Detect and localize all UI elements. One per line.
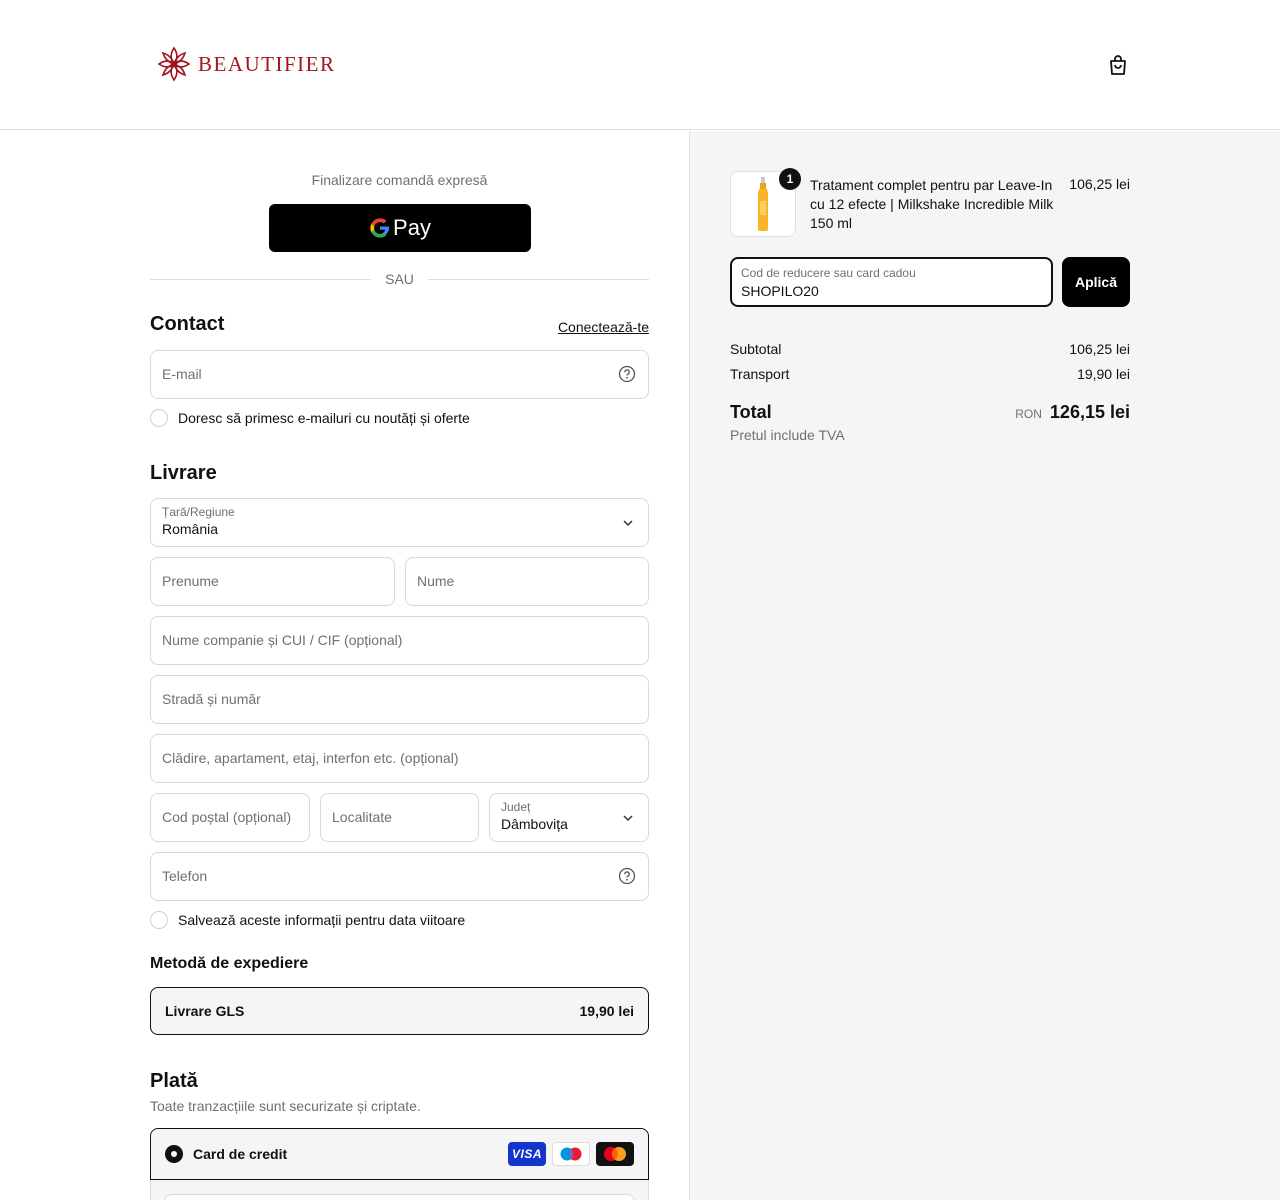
building-field[interactable]: Clădire, apartament, etaj, interfon etc.… <box>150 734 649 783</box>
or-text: SAU <box>385 271 414 287</box>
shipping-option-gls[interactable]: Livrare GLS 19,90 lei <box>150 987 649 1035</box>
payment-title: Plată <box>150 1070 198 1092</box>
city-field[interactable]: Localitate <box>320 793 479 842</box>
shopping-bag-icon[interactable] <box>1106 53 1130 77</box>
quantity-badge: 1 <box>779 168 801 190</box>
visa-icon: VISA <box>508 1142 546 1166</box>
first-name-placeholder: Prenume <box>162 573 219 589</box>
vat-note: Pretul include TVA <box>730 427 845 443</box>
product-bottle-image <box>758 177 768 231</box>
street-field[interactable]: Stradă și număr <box>150 675 649 724</box>
or-divider: SAU <box>150 271 650 287</box>
last-name-placeholder: Nume <box>417 573 455 589</box>
transport-value: 19,90 lei <box>1077 366 1130 382</box>
street-placeholder: Stradă și număr <box>162 691 261 707</box>
postal-code-field[interactable]: Cod poștal (opțional) <box>150 793 310 842</box>
chevron-down-icon <box>623 520 633 527</box>
card-brand-icons: VISA <box>508 1142 634 1166</box>
email-placeholder: E-mail <box>162 366 202 382</box>
payment-option-credit-card[interactable]: Card de credit VISA <box>150 1128 649 1180</box>
company-placeholder: Nume companie și CUI / CIF (opțional) <box>162 632 403 648</box>
google-pay-button[interactable]: Pay <box>269 204 531 252</box>
login-link[interactable]: Conectează-te <box>558 319 649 335</box>
county-label: Județ <box>501 800 531 814</box>
divider-line <box>427 278 650 280</box>
card-number-field[interactable] <box>164 1194 635 1200</box>
credit-card-label: Card de credit <box>193 1146 288 1162</box>
save-info-checkbox-row[interactable]: Salvează aceste informații pentru data v… <box>150 911 465 929</box>
apply-discount-button[interactable]: Aplică <box>1062 257 1130 307</box>
flower-logo-icon <box>157 46 191 82</box>
payment-subtitle: Toate tranzacțiile sunt securizate și cr… <box>150 1098 421 1114</box>
radio-dot <box>171 1151 177 1157</box>
save-info-checkbox[interactable] <box>150 911 168 929</box>
divider-line <box>150 278 372 280</box>
product-price: 106,25 lei <box>1069 176 1130 192</box>
subtotal-value: 106,25 lei <box>1069 341 1130 357</box>
phone-placeholder: Telefon <box>162 868 208 884</box>
google-g-icon <box>370 218 390 238</box>
brand-name: BEAUTIFIER <box>198 51 336 76</box>
transport-label: Transport <box>730 366 790 382</box>
postal-code-placeholder: Cod poștal (opțional) <box>162 809 292 825</box>
brand-logo[interactable]: BEAUTIFIER <box>156 45 336 83</box>
mastercard-icon <box>596 1142 634 1166</box>
help-circle-icon[interactable] <box>618 867 636 885</box>
chevron-down-icon <box>623 815 633 822</box>
google-pay-label: Pay <box>393 215 431 240</box>
total-label: Total <box>730 402 772 422</box>
city-placeholder: Localitate <box>332 809 392 825</box>
total-amount: 126,15 lei <box>1049 402 1130 422</box>
newsletter-checkbox-row[interactable]: Doresc să primesc e-mailuri cu noutăți ș… <box>150 409 470 427</box>
last-name-field[interactable]: Nume <box>405 557 649 606</box>
help-circle-icon[interactable] <box>618 365 636 383</box>
product-name: Tratament complet pentru par Leave-In cu… <box>810 177 1054 231</box>
total-value: RON 126,15 lei <box>1015 402 1130 423</box>
phone-field[interactable]: Telefon <box>150 852 649 901</box>
currency-code: RON <box>1015 407 1042 421</box>
discount-code-value: SHOPILO20 <box>741 283 819 299</box>
delivery-title: Livrare <box>150 462 217 484</box>
subtotal-row: Subtotal 106,25 lei <box>730 341 1130 357</box>
company-field[interactable]: Nume companie și CUI / CIF (opțional) <box>150 616 649 665</box>
transport-row: Transport 19,90 lei <box>730 366 1130 382</box>
shipping-method-price: 19,90 lei <box>579 1003 635 1019</box>
contact-title: Contact <box>150 313 225 335</box>
newsletter-label: Doresc să primesc e-mailuri cu noutăți ș… <box>178 410 470 426</box>
first-name-field[interactable]: Prenume <box>150 557 395 606</box>
maestro-icon <box>552 1142 590 1166</box>
country-label: Țară/Regiune <box>162 505 235 519</box>
subtotal-label: Subtotal <box>730 341 782 357</box>
newsletter-checkbox[interactable] <box>150 409 168 427</box>
discount-code-field[interactable]: Cod de reducere sau card cadou SHOPILO20 <box>730 257 1053 307</box>
credit-card-radio[interactable] <box>165 1145 183 1163</box>
header: BEAUTIFIER <box>0 0 1280 130</box>
county-value: Dâmbovița <box>501 816 568 832</box>
country-value: România <box>162 521 219 537</box>
building-placeholder: Clădire, apartament, etaj, interfon etc.… <box>162 750 459 766</box>
shipping-method-name: Livrare GLS <box>165 1003 245 1019</box>
shipping-method-title: Metodă de expediere <box>150 955 309 972</box>
express-checkout-title: Finalizare comandă expresă <box>311 172 488 188</box>
country-select[interactable]: Țară/Regiune România <box>150 498 649 547</box>
discount-code-label: Cod de reducere sau card cadou <box>741 266 916 280</box>
save-info-label: Salvează aceste informații pentru data v… <box>178 912 466 928</box>
email-field[interactable]: E-mail <box>150 350 649 399</box>
county-select[interactable]: Județ Dâmbovița <box>489 793 649 842</box>
